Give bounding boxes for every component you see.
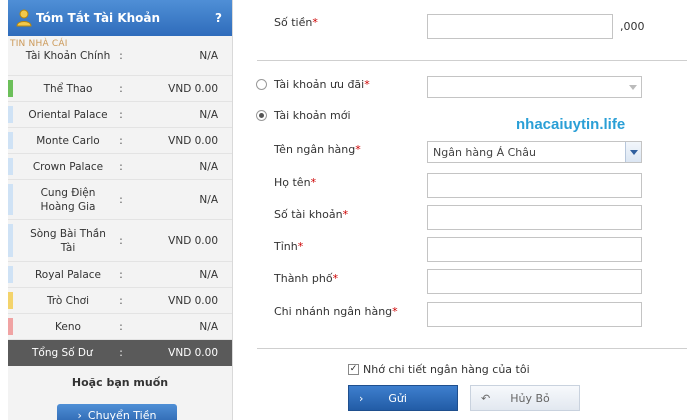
balance-label: Thể Thao: [43, 82, 93, 95]
balance-row-monte-carlo: Monte Carlo : VND 0.00: [8, 128, 232, 154]
row-color-bar: [8, 184, 13, 215]
balance-value: VND 0.00: [168, 234, 218, 247]
account-summary-sidebar: Tóm Tắt Tài Khoản ? TIN NHÀ CÁI Tài Khoả…: [8, 0, 233, 420]
sidebar-header: Tóm Tắt Tài Khoản ?: [8, 0, 232, 36]
chevron-right-icon: ›: [359, 391, 364, 405]
balance-value: N/A: [199, 108, 218, 121]
balance-value: VND 0.00: [168, 134, 218, 147]
row-color-bar: [8, 106, 13, 123]
total-balance-row: Tổng Số Dư : VND 0.00: [8, 340, 232, 366]
submit-button-label: Gửi: [388, 391, 407, 405]
promo-account-radio[interactable]: [256, 79, 267, 90]
balance-row-oriental-palace: Oriental Palace : N/A: [8, 102, 232, 128]
withdrawal-page: Tóm Tắt Tài Khoản ? TIN NHÀ CÁI Tài Khoả…: [0, 0, 700, 420]
balance-label: Keno: [55, 320, 81, 333]
new-account-radio[interactable]: [256, 110, 267, 121]
balance-label: Sòng Bài Thần Tài: [30, 227, 106, 254]
help-icon[interactable]: ?: [215, 11, 222, 25]
total-balance-value: VND 0.00: [168, 347, 218, 359]
submit-button[interactable]: › Gửi: [348, 385, 458, 411]
balance-value: N/A: [199, 268, 218, 281]
balance-value: N/A: [199, 320, 218, 333]
chevron-down-icon: [625, 142, 641, 162]
remember-bank-checkbox[interactable]: ✓: [348, 364, 359, 375]
balance-label: Tài Khoản Chính: [25, 49, 111, 62]
amount-input[interactable]: [427, 14, 613, 39]
balance-list: Tài Khoản Chính : N/A Thể Thao : VND 0.0…: [8, 36, 232, 340]
balance-label: Monte Carlo: [36, 134, 100, 147]
balance-value: N/A: [199, 193, 218, 206]
sidebar-title: Tóm Tắt Tài Khoản: [36, 11, 161, 25]
balance-row-main: Tài Khoản Chính : N/A: [8, 36, 232, 76]
balance-row-sports: Thể Thao : VND 0.00: [8, 76, 232, 102]
row-color-bar: [8, 292, 13, 309]
balance-row-crown-palace: Crown Palace : N/A: [8, 154, 232, 180]
balance-row-games: Trò Chơi : VND 0.00: [8, 288, 232, 314]
withdrawal-form: Số tiền* ,000 Tài khoản ưu đãi* Tài khoả…: [252, 0, 700, 420]
balance-row-keno: Keno : N/A: [8, 314, 232, 340]
city-label: Thành phố*: [274, 272, 339, 285]
row-color-bar: [8, 132, 13, 149]
balance-value: N/A: [199, 49, 218, 62]
balance-label: Cung Điện Hoàng Gia: [40, 186, 96, 213]
transfer-button[interactable]: › Chuyển Tiền: [57, 404, 177, 420]
promo-account-select[interactable]: [427, 76, 642, 98]
city-input[interactable]: [427, 269, 642, 294]
row-color-bar: [8, 158, 13, 175]
back-arrow-icon: ↶: [481, 391, 491, 405]
province-input[interactable]: [427, 237, 642, 262]
promo-account-label: Tài khoản ưu đãi*: [274, 78, 370, 91]
cancel-button-label: Hủy Bỏ: [510, 391, 550, 405]
balance-label: Oriental Palace: [28, 108, 108, 121]
balance-row-royal-palace-vn: Cung Điện Hoàng Gia : N/A: [8, 180, 232, 220]
full-name-label: Họ tên*: [274, 176, 317, 189]
balance-label: Crown Palace: [32, 160, 104, 173]
balance-row-royal-palace: Royal Palace : N/A: [8, 262, 232, 288]
cancel-button[interactable]: ↶ Hủy Bỏ: [470, 385, 580, 411]
balance-label: Trò Chơi: [46, 294, 90, 307]
balance-value: N/A: [199, 160, 218, 173]
bank-name-value: Ngân hàng Á Châu: [433, 145, 536, 159]
branch-input[interactable]: [427, 302, 642, 327]
section-divider: [257, 348, 687, 349]
user-icon: [16, 9, 32, 27]
row-color-bar: [8, 318, 13, 335]
total-balance-label: Tổng Số Dư: [32, 347, 93, 359]
amount-label: Số tiền*: [274, 16, 318, 29]
balance-value: VND 0.00: [168, 294, 218, 307]
row-color-bar: [8, 224, 13, 257]
chevron-down-icon: [625, 77, 641, 97]
watermark-site-text: nhacaiuytin.life: [516, 116, 626, 133]
province-label: Tỉnh*: [274, 240, 304, 253]
branch-label: Chi nhánh ngân hàng*: [274, 305, 398, 318]
sidebar-footer-text: Hoặc bạn muốn: [71, 376, 169, 389]
bank-name-select[interactable]: Ngân hàng Á Châu: [427, 141, 642, 163]
account-number-input[interactable]: [427, 205, 642, 230]
remember-bank-label: Nhớ chi tiết ngân hàng của tôi: [363, 363, 530, 376]
amount-suffix: ,000: [620, 20, 645, 33]
row-color-bar: [8, 266, 13, 283]
balance-value: VND 0.00: [168, 82, 218, 95]
chevron-right-icon: ›: [77, 408, 82, 420]
new-account-label: Tài khoản mới: [274, 109, 351, 122]
account-number-label: Số tài khoản*: [274, 208, 349, 221]
section-divider: [257, 60, 687, 61]
row-color-bar: [8, 80, 13, 97]
bank-name-label: Tên ngân hàng*: [274, 143, 361, 156]
full-name-input[interactable]: [427, 173, 642, 198]
balance-label: Royal Palace: [34, 268, 102, 281]
balance-row-fortune-casino: Sòng Bài Thần Tài : VND 0.00: [8, 220, 232, 262]
transfer-button-label: Chuyển Tiền: [87, 408, 157, 420]
